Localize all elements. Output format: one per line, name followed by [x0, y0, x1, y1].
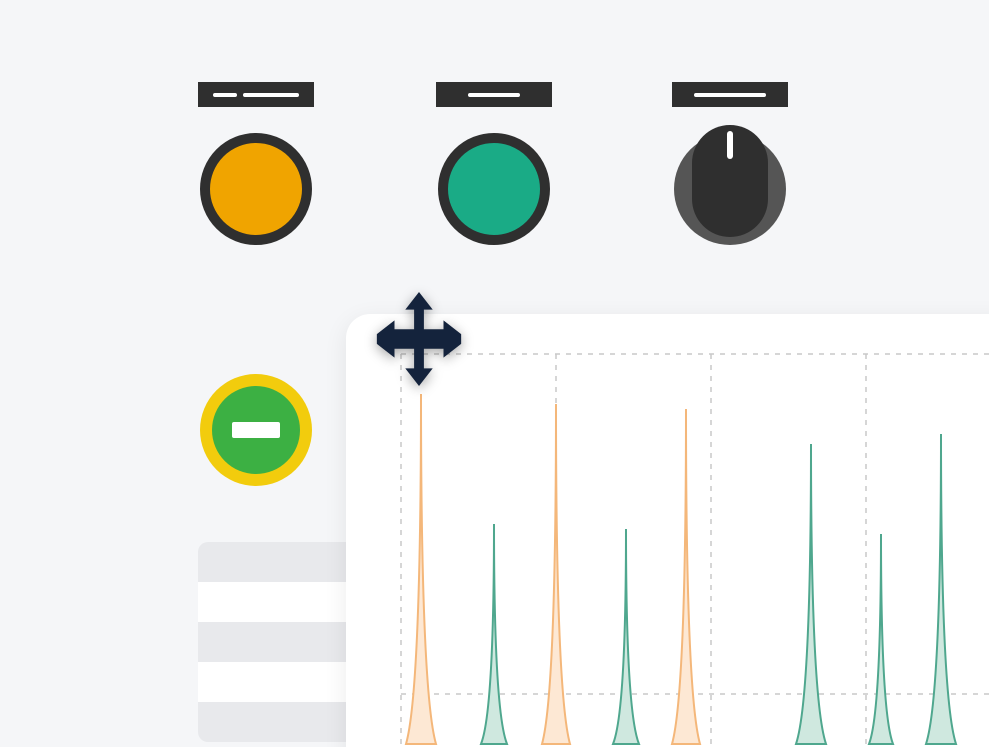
label-dash	[694, 93, 766, 97]
list-item	[198, 542, 358, 582]
label-plate	[198, 82, 314, 107]
list-item	[198, 622, 358, 662]
rotary-knob[interactable]	[674, 125, 786, 245]
remove-circle-icon[interactable]	[200, 374, 312, 486]
list-item	[198, 662, 358, 702]
control-indicator-green	[436, 82, 552, 245]
label-dash	[243, 93, 299, 97]
label-plate	[672, 82, 788, 107]
list-item	[198, 702, 358, 742]
knob-pointer-icon	[727, 131, 733, 159]
control-knob	[672, 82, 788, 245]
label-dash	[213, 93, 237, 97]
indicator-orange-button[interactable]	[200, 133, 312, 245]
list-item	[198, 582, 358, 622]
label-plate	[436, 82, 552, 107]
move-handle-icon[interactable]	[370, 290, 468, 388]
control-indicator-orange	[198, 82, 314, 245]
indicator-green-button[interactable]	[438, 133, 550, 245]
label-dash	[468, 93, 520, 97]
list-skeleton	[198, 542, 358, 742]
minus-bar-icon	[232, 422, 280, 438]
